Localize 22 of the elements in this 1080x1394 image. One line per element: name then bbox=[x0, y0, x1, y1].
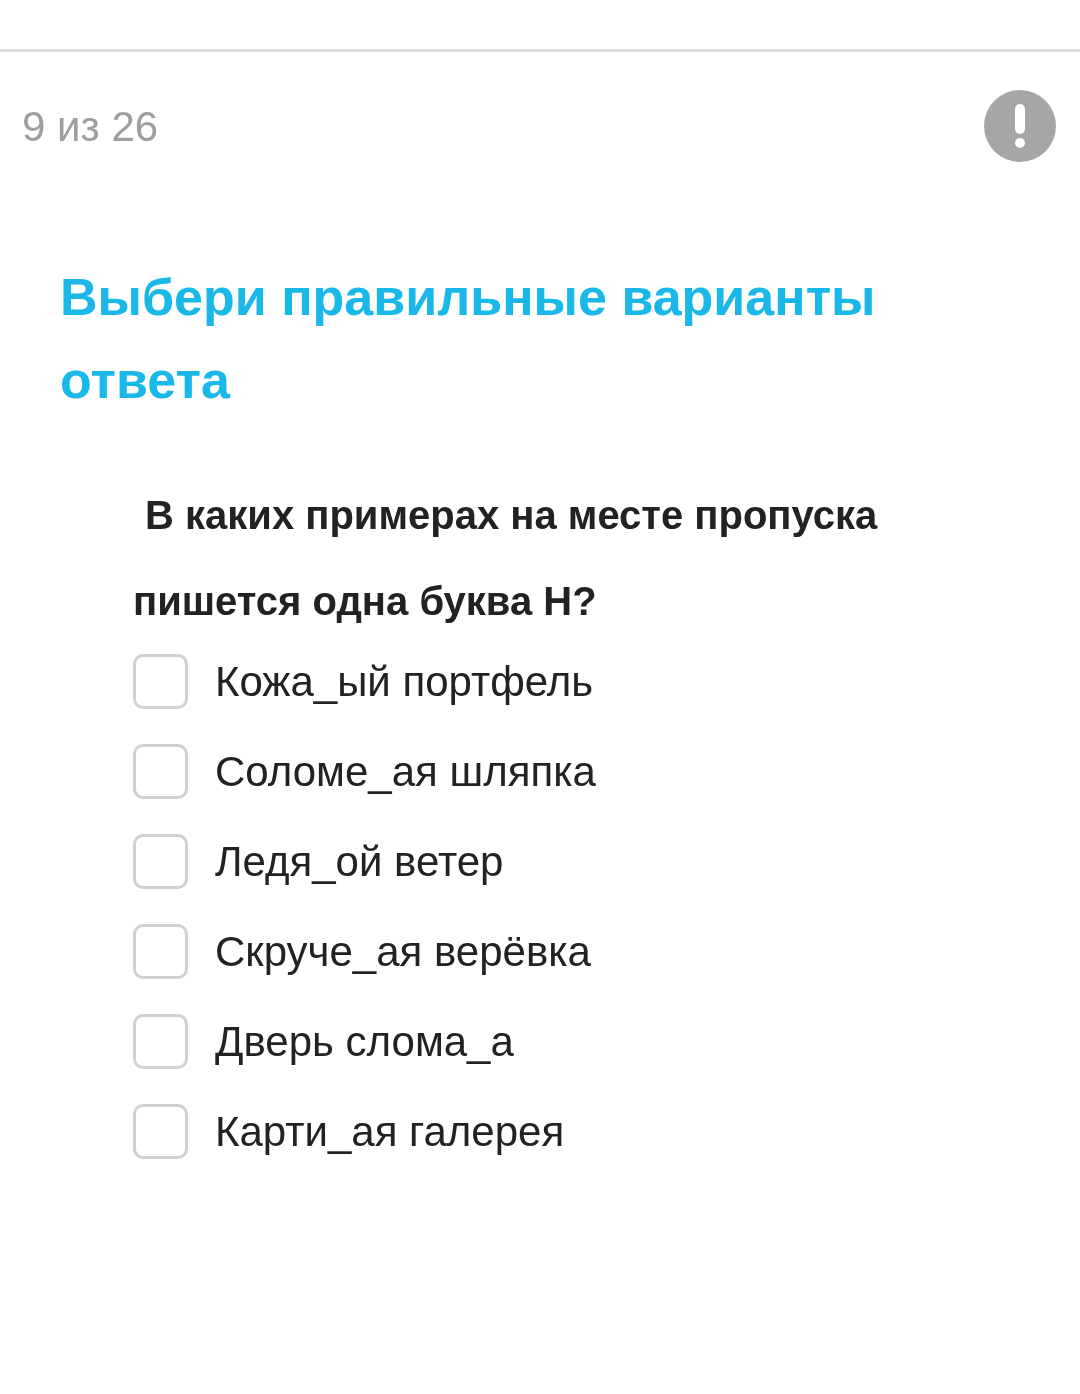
answer-option[interactable]: Ледя_ой ветер bbox=[133, 834, 1080, 889]
checkbox[interactable] bbox=[133, 1104, 188, 1159]
option-label: Ледя_ой ветер bbox=[215, 837, 504, 887]
report-icon[interactable] bbox=[984, 90, 1056, 162]
checkbox[interactable] bbox=[133, 654, 188, 709]
answer-option[interactable]: Карти_ая галерея bbox=[133, 1104, 1080, 1159]
checkbox[interactable] bbox=[133, 744, 188, 799]
question-text: В каких примерах на месте пропуска пишется одна буква Н? bbox=[133, 492, 879, 625]
option-label: Скруче_ая верёвка bbox=[215, 927, 591, 977]
checkbox[interactable] bbox=[133, 1014, 188, 1069]
option-label: Карти_ая галерея bbox=[215, 1107, 565, 1157]
answer-option[interactable]: Дверь слома_а bbox=[133, 1014, 1080, 1069]
checkbox[interactable] bbox=[133, 924, 188, 979]
task-title: Выбери правильные варианты ответа bbox=[59, 267, 877, 411]
question-counter: 9 из 26 bbox=[22, 101, 159, 152]
answer-option[interactable]: Кожа_ый портфель bbox=[133, 654, 1080, 709]
option-label: Соломе_ая шляпка bbox=[215, 747, 596, 797]
answer-option[interactable]: Соломе_ая шляпка bbox=[133, 744, 1080, 799]
checkbox[interactable] bbox=[133, 834, 188, 889]
answer-option[interactable]: Скруче_ая верёвка bbox=[133, 924, 1080, 979]
option-label: Дверь слома_а bbox=[215, 1017, 514, 1067]
option-label: Кожа_ый портфель bbox=[215, 657, 594, 707]
